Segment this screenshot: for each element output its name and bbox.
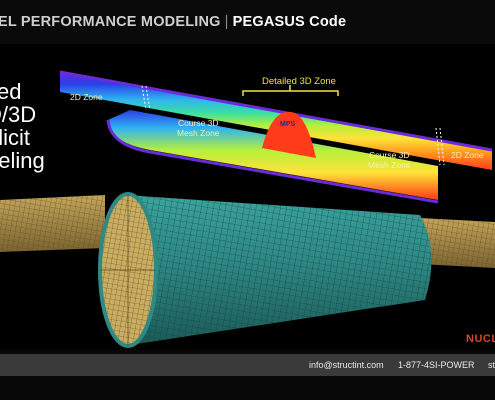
course-left-label: Course 3D Mesh Zone bbox=[177, 118, 220, 138]
detailed-zone-label: Detailed 3D Zone bbox=[262, 76, 336, 87]
phone-link[interactable]: 1-877-4SI-POWER bbox=[398, 360, 475, 370]
website-link[interactable]: st bbox=[488, 360, 495, 370]
contour-model bbox=[59, 70, 493, 204]
email-link[interactable]: info@structint.com bbox=[309, 360, 384, 370]
mps-label: MPS bbox=[280, 121, 296, 128]
zone-2d-left-label: 2D Zone bbox=[70, 92, 103, 102]
nuclear-brand-text: NUCLEA bbox=[466, 333, 495, 345]
course-left-line1: Course 3D bbox=[177, 118, 219, 128]
zone-2d-right-label: 2D Zone bbox=[451, 150, 484, 160]
course-right-line2: Mesh Zone bbox=[368, 160, 411, 170]
mesh-model bbox=[0, 192, 495, 348]
course-left-line2: Mesh Zone bbox=[177, 128, 220, 138]
model-illustration bbox=[0, 70, 495, 370]
course-right-label: Course 3D Mesh Zone bbox=[368, 150, 411, 170]
course-right-line1: Course 3D bbox=[368, 150, 410, 160]
